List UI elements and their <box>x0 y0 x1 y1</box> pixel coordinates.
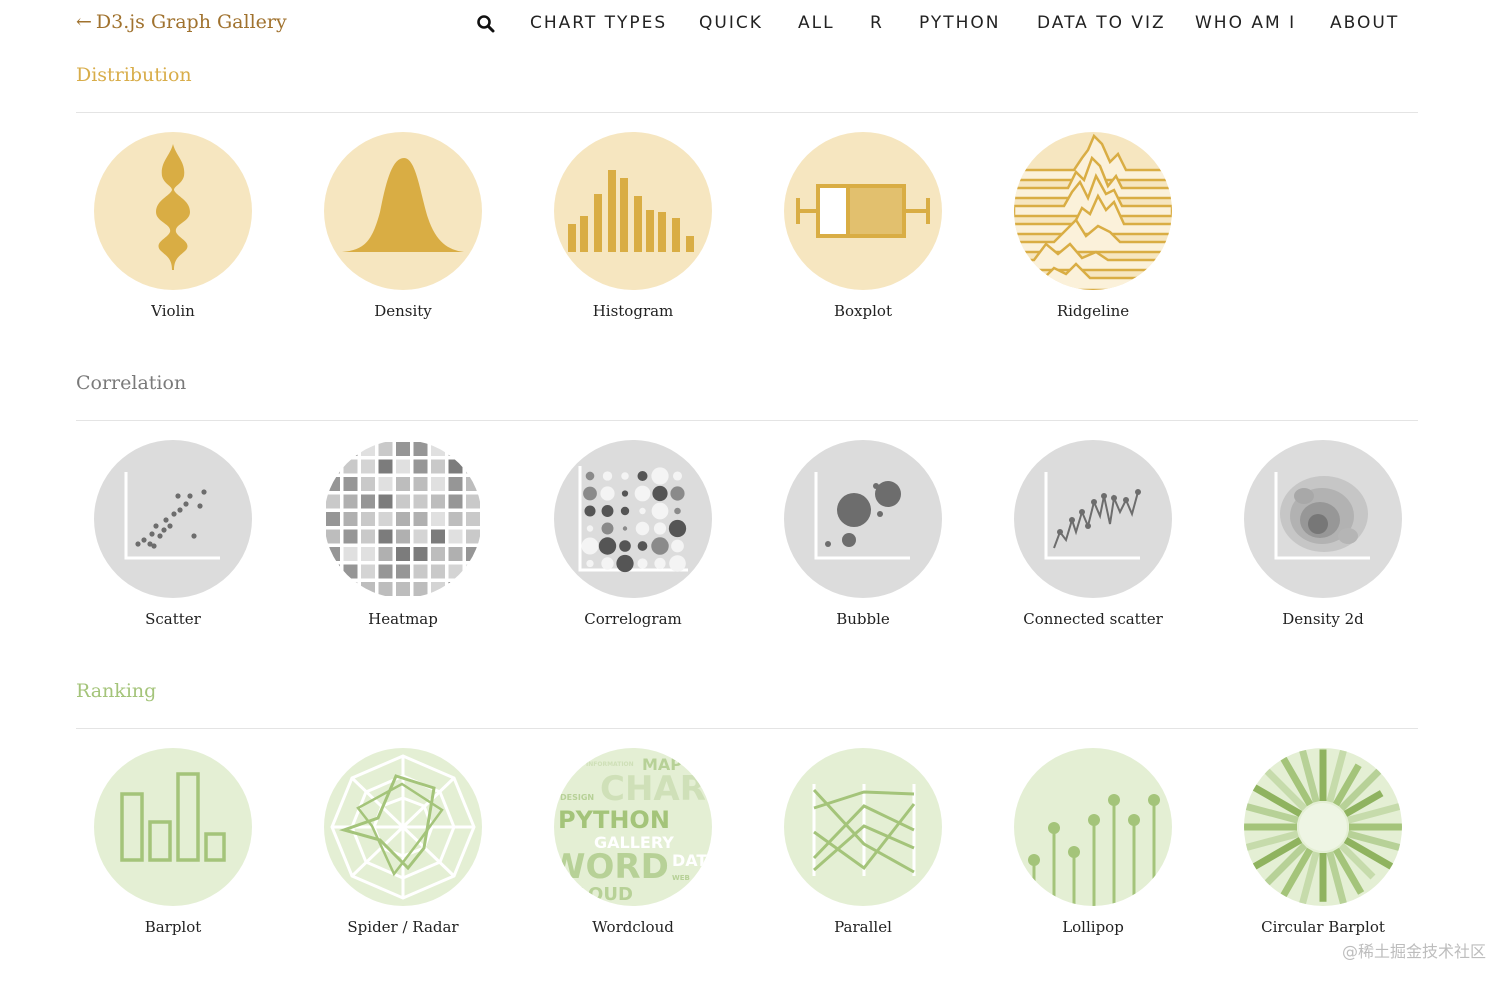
gallery-item-label: Violin <box>151 302 195 320</box>
density-icon <box>324 132 482 290</box>
gallery-item-label: Bubble <box>836 610 890 628</box>
gallery-item-histogram[interactable]: Histogram <box>528 132 738 332</box>
gallery-item-bubble[interactable]: Bubble <box>758 440 968 640</box>
gallery-item-heatmap[interactable]: Heatmap <box>298 440 508 640</box>
gallery-item-spider-radar[interactable]: Spider / Radar <box>298 748 508 948</box>
gallery-item-barplot[interactable]: Barplot <box>68 748 278 948</box>
section-divider <box>76 728 1418 729</box>
brand-title: D3.js Graph Gallery <box>95 11 287 33</box>
gallery-item-parallel[interactable]: Parallel <box>758 748 968 948</box>
violin-icon <box>94 132 252 290</box>
nav-r[interactable]: R <box>870 13 884 33</box>
section-title-ranking: Ranking <box>76 680 157 702</box>
wordcloud-icon: INFORMATION MAP CHART DESIGN PYTHON GALL… <box>554 748 712 906</box>
nav-about[interactable]: ABOUT <box>1330 13 1399 33</box>
gallery-item-label: Ridgeline <box>1056 302 1130 320</box>
section-title-correlation: Correlation <box>76 372 187 394</box>
gallery-item-circular-barplot[interactable]: Circular Barplot <box>1218 748 1428 948</box>
barplot-icon <box>94 748 252 906</box>
circular-barplot-icon <box>1244 748 1402 906</box>
gallery-item-violin[interactable]: Violin <box>68 132 278 332</box>
ridgeline-icon <box>1014 132 1172 290</box>
gallery-item-label: Heatmap <box>368 610 438 628</box>
lollipop-icon <box>1014 748 1172 906</box>
nav-all[interactable]: ALL <box>798 13 835 33</box>
word-information: INFORMATION <box>586 761 634 768</box>
watermark: @稀土掘金技术社区 <box>1341 942 1486 961</box>
bubble-icon <box>784 440 942 598</box>
gallery-item-label: Correlogram <box>584 610 682 628</box>
top-navigation: ← D3.js Graph Gallery CHART TYPES QUICK A… <box>0 0 1512 50</box>
section-divider <box>76 112 1418 113</box>
gallery-item-label: Density <box>374 302 432 320</box>
gallery-item-lollipop[interactable]: Lollipop <box>988 748 1198 948</box>
nav-data-to-viz[interactable]: DATA TO VIZ <box>1037 13 1166 33</box>
scatter-icon <box>94 440 252 598</box>
back-arrow-icon: ← <box>76 11 92 33</box>
word-data: DATA <box>672 851 712 870</box>
boxplot-icon <box>784 132 942 290</box>
gallery-item-wordcloud[interactable]: INFORMATION MAP CHART DESIGN PYTHON GALL… <box>528 748 738 948</box>
gallery-item-label: Scatter <box>145 610 201 628</box>
heatmap-icon <box>324 440 482 598</box>
correlogram-icon <box>554 440 712 598</box>
word-python: PYTHON <box>558 806 670 834</box>
gallery-item-boxplot[interactable]: Boxplot <box>758 132 968 332</box>
gallery-item-label: Histogram <box>592 302 674 320</box>
gallery-item-label: Wordcloud <box>592 918 674 936</box>
gallery-item-label: Density 2d <box>1282 610 1364 628</box>
histogram-icon <box>554 132 712 290</box>
gallery-item-label: Connected scatter <box>1023 610 1163 628</box>
gallery-item-label: Lollipop <box>1062 918 1124 936</box>
word-design: DESIGN <box>560 793 594 802</box>
gallery-item-ridgeline[interactable]: Ridgeline <box>988 132 1198 332</box>
gallery-item-density[interactable]: Density <box>298 132 508 332</box>
density-2d-icon <box>1244 440 1402 598</box>
back-to-gallery-link[interactable]: ← D3.js Graph Gallery <box>76 11 287 33</box>
gallery-item-label: Boxplot <box>834 302 892 320</box>
parallel-icon <box>784 748 942 906</box>
connected-scatter-icon <box>1014 440 1172 598</box>
gallery-item-density-2d[interactable]: Density 2d <box>1218 440 1428 640</box>
section-title-distribution: Distribution <box>76 64 192 86</box>
gallery-item-label: Barplot <box>144 918 202 936</box>
spider-radar-icon <box>324 748 482 906</box>
gallery-item-label: Circular Barplot <box>1261 918 1385 936</box>
gallery-item-label: Parallel <box>834 918 892 936</box>
nav-python[interactable]: PYTHON <box>919 13 1001 33</box>
gallery-item-connected-scatter[interactable]: Connected scatter <box>988 440 1198 640</box>
gallery-item-scatter[interactable]: Scatter <box>68 440 278 640</box>
search-icon[interactable] <box>476 14 496 34</box>
word-cloud: CLOUD <box>564 884 633 905</box>
section-divider <box>76 420 1418 421</box>
gallery-item-correlogram[interactable]: Correlogram <box>528 440 738 640</box>
word-word: WORD <box>554 847 669 887</box>
word-web: WEB <box>672 874 690 882</box>
gallery-item-label: Spider / Radar <box>347 918 459 936</box>
nav-quick[interactable]: QUICK <box>699 13 763 33</box>
word-chart: CHART <box>600 769 712 809</box>
nav-who-am-i[interactable]: WHO AM I <box>1195 13 1296 33</box>
nav-chart-types[interactable]: CHART TYPES <box>530 13 667 33</box>
